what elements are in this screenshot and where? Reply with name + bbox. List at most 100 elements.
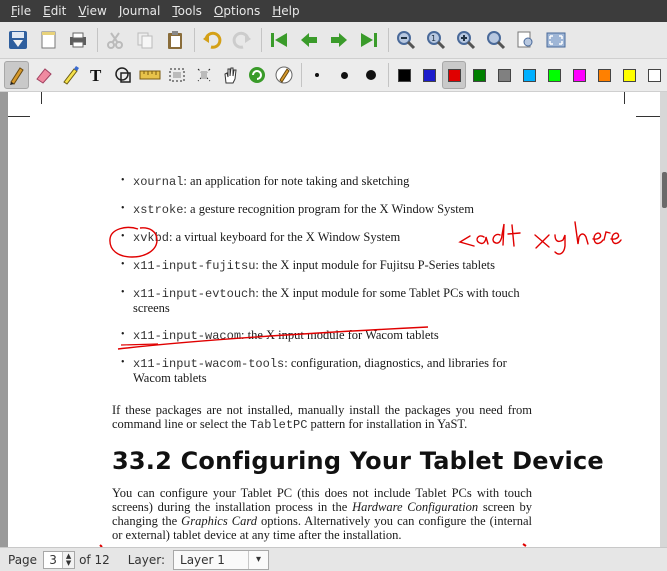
page-spinner[interactable]: 3 ▲ ▼ — [43, 550, 76, 569]
pen-size-medium[interactable] — [332, 61, 357, 89]
zoom-fit-icon[interactable] — [482, 26, 510, 54]
spinner-arrows-icon[interactable]: ▲ ▼ — [62, 551, 75, 568]
print-icon[interactable] — [64, 26, 92, 54]
copy-icon[interactable] — [131, 26, 159, 54]
zoom-normal-icon[interactable]: 1 — [422, 26, 450, 54]
ink-strike-underline — [120, 343, 159, 346]
color-button[interactable] — [492, 61, 516, 89]
chevron-down-icon[interactable]: ▾ — [248, 550, 268, 569]
new-page-icon[interactable] — [34, 26, 62, 54]
menu-edit[interactable]: Edit — [37, 0, 72, 22]
select-rectangle-icon[interactable] — [165, 61, 190, 89]
color-button[interactable] — [542, 61, 566, 89]
medium-dot-icon — [340, 71, 348, 79]
list-item: • x11-input-wacom: the X input module for… — [121, 328, 536, 343]
paragraph: You can configure your Tablet PC (this d… — [112, 486, 532, 542]
scrollbar-thumb[interactable] — [662, 172, 667, 208]
crop-mark — [8, 116, 30, 117]
highlighter-icon[interactable] — [58, 61, 83, 89]
page-number-input[interactable]: 3 — [44, 553, 62, 567]
package-name: xournal — [133, 175, 184, 189]
fullscreen-icon[interactable] — [542, 26, 570, 54]
pen-icon[interactable] — [4, 61, 29, 89]
color-button[interactable] — [392, 61, 416, 89]
eraser-icon[interactable] — [31, 61, 56, 89]
ruler-icon[interactable] — [138, 61, 163, 89]
color-button[interactable] — [442, 61, 467, 89]
code-text: TabletPC — [249, 418, 308, 432]
menu-journal[interactable]: Journal — [113, 0, 167, 22]
color-button[interactable] — [567, 61, 591, 89]
bullet-icon: • — [121, 175, 125, 186]
package-name: x11-input-wacom-tools — [133, 357, 285, 371]
document-area[interactable]: • xournal: an application for note taking… — [0, 92, 667, 547]
menu-file[interactable]: File — [5, 0, 37, 22]
previous-page-icon[interactable] — [295, 26, 323, 54]
menu-help[interactable]: Help — [266, 0, 305, 22]
paste-icon[interactable] — [161, 26, 189, 54]
hand-tool-icon[interactable] — [218, 61, 243, 89]
next-page-icon[interactable] — [325, 26, 353, 54]
list-item: • x11-input-fujitsu: the X input module f… — [121, 258, 536, 273]
bullet-icon: • — [121, 329, 125, 340]
shape-recognizer-icon[interactable] — [111, 61, 136, 89]
pen-size-thick[interactable] — [358, 61, 383, 89]
pen-size-fine[interactable] — [305, 61, 330, 89]
package-description: : the X input module for Wacom tablets — [241, 328, 439, 342]
redo-icon[interactable] — [228, 26, 256, 54]
list-item: • x11-input-evtouch: the X input module f… — [121, 286, 536, 315]
crop-mark — [636, 116, 660, 117]
color-swatch-icon — [497, 68, 511, 82]
last-page-icon[interactable] — [355, 26, 383, 54]
ink-mark — [522, 543, 527, 547]
first-page-icon[interactable] — [265, 26, 293, 54]
statusbar: Page 3 ▲ ▼ of 12 Layer: Layer 1 ▾ — [0, 547, 667, 571]
color-button[interactable] — [617, 61, 641, 89]
zoom-in-icon[interactable] — [452, 26, 480, 54]
menu-view[interactable]: View — [72, 0, 112, 22]
page[interactable]: • xournal: an application for note taking… — [8, 92, 660, 547]
bullet-icon: • — [121, 231, 125, 242]
package-description: : a virtual keyboard for the X Window Sy… — [169, 230, 401, 244]
page-count: of 12 — [79, 552, 110, 567]
color-palette — [392, 61, 667, 89]
color-button[interactable] — [417, 61, 441, 89]
text-tool-icon[interactable]: T — [84, 61, 109, 89]
package-name: x11-input-fujitsu — [133, 259, 256, 273]
save-icon[interactable] — [4, 26, 32, 54]
select-region-icon[interactable] — [191, 61, 216, 89]
toolbar-separator — [194, 28, 195, 52]
toolbar-separator — [388, 63, 390, 87]
ink-annotations — [99, 221, 622, 547]
menu-options[interactable]: Options — [208, 0, 266, 22]
default-tool-icon[interactable] — [245, 61, 270, 89]
color-button[interactable] — [592, 61, 616, 89]
page-width-icon[interactable] — [512, 26, 540, 54]
undo-icon[interactable] — [198, 26, 226, 54]
bullet-icon: • — [121, 287, 125, 298]
menu-tools[interactable]: Tools — [166, 0, 208, 22]
vertical-scrollbar[interactable] — [660, 92, 667, 547]
color-button[interactable] — [467, 61, 491, 89]
cut-icon[interactable] — [101, 26, 129, 54]
crop-mark — [624, 92, 625, 104]
color-swatch-icon — [447, 68, 461, 82]
toolbar-separator — [261, 28, 262, 52]
fine-dot-icon — [315, 73, 320, 77]
paragraph: If these packages are not installed, man… — [112, 403, 532, 432]
emphasis-text: Hardware Configuration — [352, 500, 479, 514]
color-button[interactable] — [642, 61, 666, 89]
zoom-out-icon[interactable] — [392, 26, 420, 54]
bullet-icon: • — [121, 203, 125, 214]
default-pen-icon[interactable] — [271, 61, 296, 89]
layer-select[interactable]: Layer 1 ▾ — [173, 549, 270, 570]
package-name: x11-input-evtouch — [133, 287, 256, 301]
color-button[interactable] — [517, 61, 541, 89]
list-item: • xstroke: a gesture recognition program … — [121, 202, 536, 217]
svg-text:T: T — [90, 66, 102, 85]
package-description: : the X input module for Fujitsu P-Serie… — [255, 258, 495, 272]
package-name: x11-input-wacom — [133, 329, 242, 343]
color-swatch-icon — [547, 68, 561, 82]
bullet-icon: • — [121, 259, 125, 270]
menubar: File Edit View Journal Tools Options Help — [0, 0, 667, 22]
